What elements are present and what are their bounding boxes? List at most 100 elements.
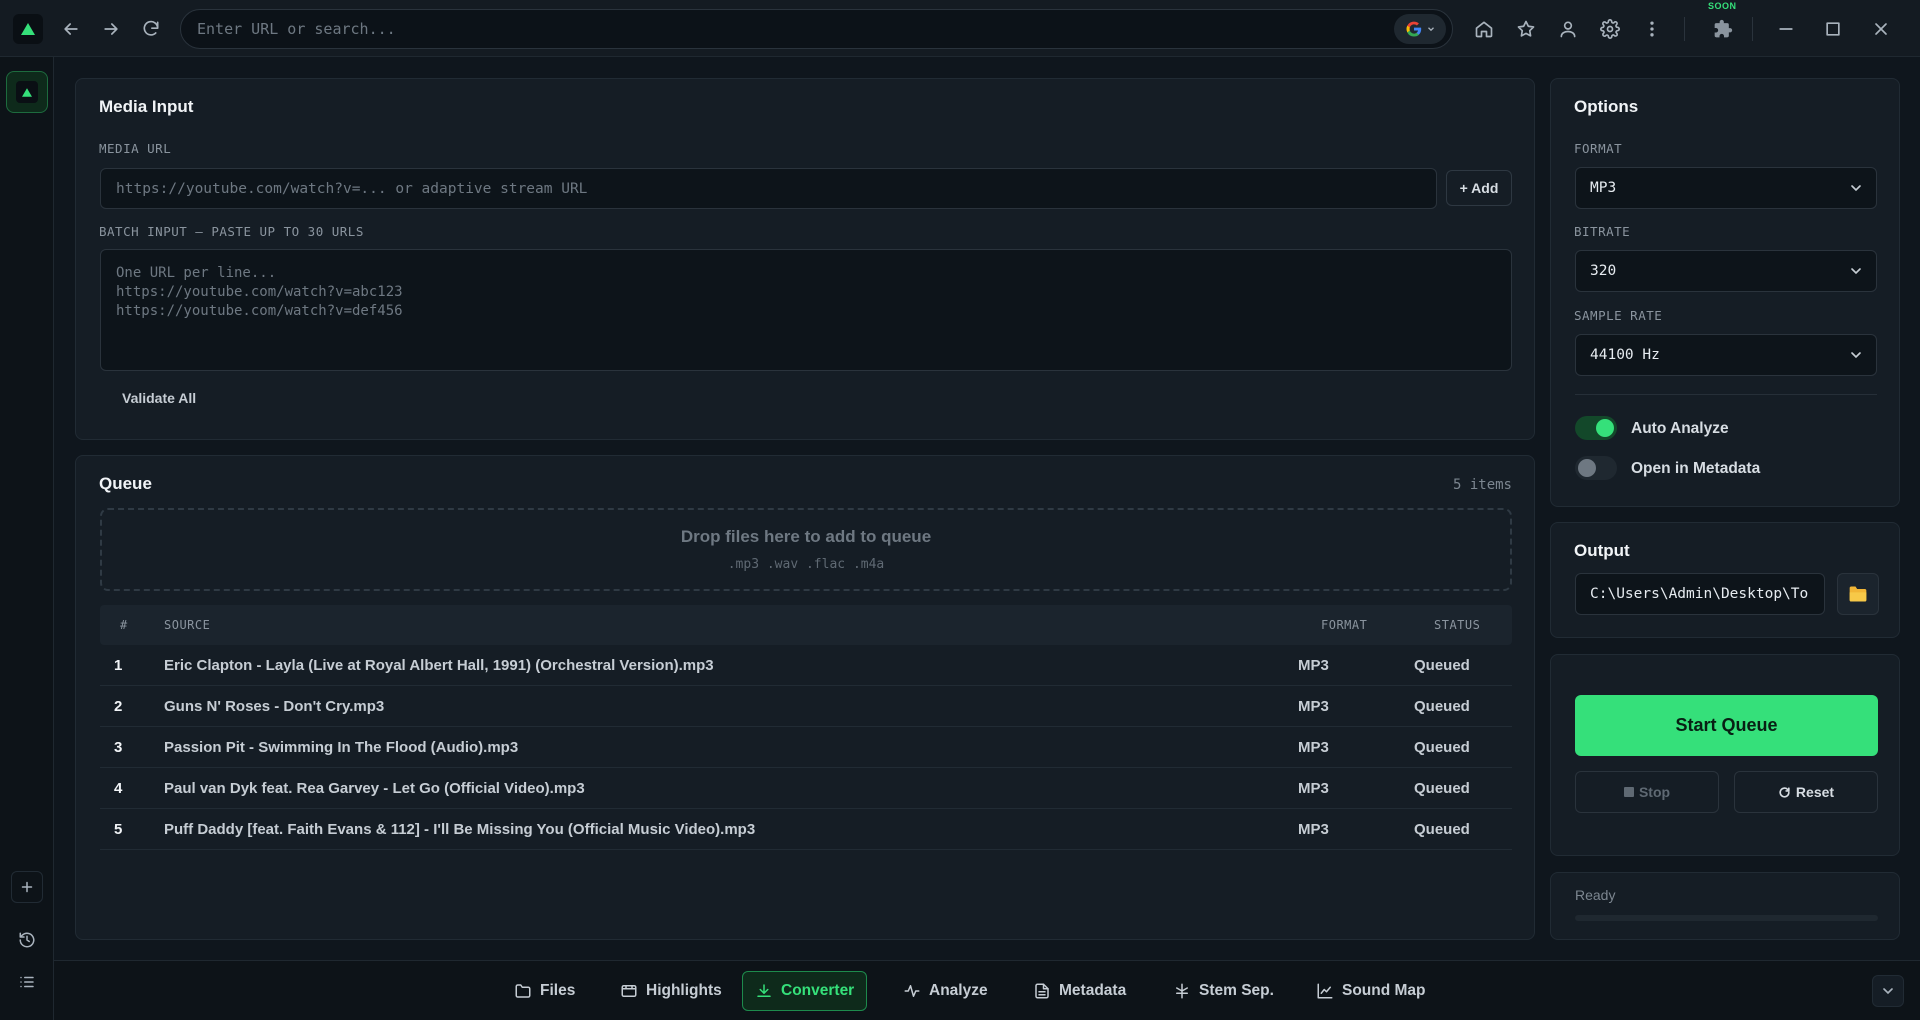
nav-tab-sound-map[interactable]: Sound Map — [1304, 971, 1438, 1011]
nav-tab-label: Converter — [781, 982, 855, 999]
nav-tab-highlights[interactable]: Highlights — [608, 971, 734, 1011]
table-row[interactable]: 5 Puff Daddy [feat. Faith Evans & 112] -… — [100, 809, 1512, 850]
more-vertical-icon[interactable] — [1635, 12, 1669, 46]
options-panel: Options FORMAT MP3 BITRATE 320 SAMPLE RA… — [1550, 78, 1900, 507]
list-menu-icon[interactable] — [9, 964, 45, 1000]
download-icon — [757, 984, 771, 997]
column-header-status: STATUS — [1434, 618, 1481, 632]
triangle-logo-icon — [21, 23, 35, 35]
row-source: Eric Clapton - Layla (Live at Royal Albe… — [164, 657, 714, 674]
panel-title: Output — [1574, 541, 1630, 560]
nav-tab-label: Metadata — [1059, 982, 1127, 999]
url-input[interactable] — [197, 10, 1347, 48]
chevron-down-icon — [1848, 347, 1864, 363]
back-icon[interactable] — [54, 12, 88, 46]
status-panel: Ready — [1550, 872, 1900, 940]
table-row[interactable]: 2 Guns N' Roses - Don't Cry.mp3 MP3 Queu… — [100, 686, 1512, 727]
start-queue-button[interactable]: Start Queue — [1575, 695, 1878, 756]
nav-tab-metadata[interactable]: Metadata — [1021, 971, 1138, 1011]
row-source: Paul van Dyk feat. Rea Garvey - Let Go (… — [164, 780, 585, 797]
add-tab-plus-icon[interactable] — [11, 871, 43, 903]
queue-table: # SOURCE FORMAT STATUS 1 Eric Clapton - … — [100, 605, 1512, 850]
search-engine-selector[interactable] — [1394, 14, 1446, 44]
forward-icon[interactable] — [94, 12, 128, 46]
nav-tab-label: Files — [540, 982, 576, 999]
profile-icon[interactable] — [1551, 12, 1585, 46]
chevron-down-icon — [1848, 180, 1864, 196]
add-url-button[interactable]: + Add — [1446, 170, 1512, 206]
nav-tab-label: Highlights — [646, 982, 722, 999]
table-row[interactable]: 1 Eric Clapton - Layla (Live at Royal Al… — [100, 645, 1512, 686]
divider — [1575, 394, 1877, 395]
nav-tab-stem-separation[interactable]: Stem Sep. — [1161, 971, 1286, 1011]
stop-button[interactable]: Stop — [1575, 771, 1719, 813]
batch-url-textarea[interactable] — [100, 249, 1512, 371]
row-status: Queued — [1414, 821, 1470, 838]
row-number: 2 — [114, 698, 123, 715]
bitrate-value: 320 — [1590, 263, 1617, 279]
row-format: MP3 — [1298, 821, 1329, 838]
nav-tab-analyze[interactable]: Analyze — [891, 971, 1000, 1011]
converter-app-tab[interactable] — [6, 71, 48, 113]
format-value: MP3 — [1590, 180, 1617, 196]
home-icon[interactable] — [1467, 12, 1501, 46]
nav-tab-label: Analyze — [929, 982, 988, 999]
browser-toolbar: SOON — [0, 0, 1920, 57]
sample-rate-label: SAMPLE RATE — [1574, 308, 1663, 323]
auto-analyze-toggle[interactable] — [1575, 416, 1617, 440]
table-row[interactable]: 3 Passion Pit - Swimming In The Flood (A… — [100, 727, 1512, 768]
bookmark-star-icon[interactable] — [1509, 12, 1543, 46]
table-row[interactable]: 4 Paul van Dyk feat. Rea Garvey - Let Go… — [100, 768, 1512, 809]
validate-all-button[interactable]: Validate All — [122, 390, 196, 406]
row-status: Queued — [1414, 739, 1470, 756]
bitrate-select[interactable]: 320 — [1575, 250, 1877, 292]
app-logo[interactable] — [13, 14, 43, 44]
bottom-navigation: Files Highlights Converter Analyze Metad… — [54, 960, 1920, 1020]
media-url-input[interactable] — [100, 168, 1437, 209]
open-in-metadata-toggle[interactable] — [1575, 456, 1617, 480]
row-source: Guns N' Roses - Don't Cry.mp3 — [164, 698, 385, 715]
collapse-chevron-icon[interactable] — [1872, 975, 1904, 1007]
row-number: 4 — [114, 780, 123, 797]
progress-bar — [1575, 915, 1878, 921]
column-header-format: FORMAT — [1321, 618, 1368, 632]
row-format: MP3 — [1298, 698, 1329, 715]
column-header-source: SOURCE — [164, 618, 211, 632]
nav-tab-files[interactable]: Files — [502, 971, 587, 1011]
table-header: # SOURCE FORMAT STATUS — [100, 605, 1512, 645]
row-format: MP3 — [1298, 780, 1329, 797]
actions-panel: Start Queue Stop Reset — [1550, 654, 1900, 856]
row-number: 1 — [114, 657, 123, 674]
settings-gear-icon[interactable] — [1593, 12, 1627, 46]
format-select[interactable]: MP3 — [1575, 167, 1877, 209]
sample-rate-select[interactable]: 44100 Hz — [1575, 334, 1877, 376]
file-dropzone[interactable]: Drop files here to add to queue .mp3 .wa… — [100, 508, 1512, 591]
row-status: Queued — [1414, 657, 1470, 674]
reset-button[interactable]: Reset — [1734, 771, 1878, 813]
address-bar[interactable] — [180, 9, 1453, 49]
auto-analyze-label: Auto Analyze — [1631, 420, 1729, 437]
triangle-logo-icon — [16, 81, 38, 103]
stop-square-icon — [1623, 787, 1634, 797]
soon-badge: SOON — [1708, 1, 1737, 11]
batch-input-label: BATCH INPUT — PASTE UP TO 30 URLS — [99, 224, 364, 239]
close-window-icon[interactable] — [1864, 12, 1898, 46]
toggle-knob — [1578, 459, 1596, 477]
maximize-icon[interactable] — [1816, 12, 1850, 46]
split-icon — [1176, 983, 1188, 999]
row-status: Queued — [1414, 698, 1470, 715]
panel-title: Media Input — [99, 97, 194, 116]
output-path-input[interactable] — [1575, 573, 1825, 615]
history-icon[interactable] — [9, 922, 45, 958]
open-in-metadata-label: Open in Metadata — [1631, 460, 1761, 477]
row-number: 3 — [114, 739, 123, 756]
row-number: 5 — [114, 821, 123, 838]
nav-tab-converter[interactable]: Converter — [742, 971, 868, 1011]
extensions-puzzle-icon[interactable] — [1706, 12, 1740, 46]
row-source: Passion Pit - Swimming In The Flood (Aud… — [164, 739, 519, 756]
row-status: Queued — [1414, 780, 1470, 797]
reload-icon[interactable] — [134, 12, 168, 46]
browse-folder-button[interactable] — [1837, 573, 1879, 615]
minimize-icon[interactable] — [1769, 12, 1803, 46]
document-icon — [1035, 983, 1049, 999]
